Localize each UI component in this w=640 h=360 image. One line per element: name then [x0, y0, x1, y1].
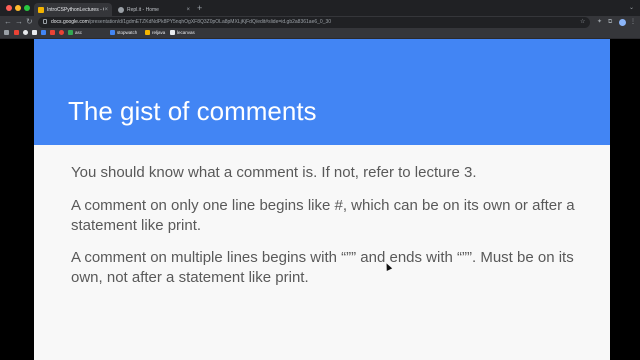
tab-introcs-lectures[interactable]: IntroCSPythonLectures - Goo ×	[34, 3, 112, 16]
close-window-icon[interactable]	[6, 5, 12, 11]
presentation-stage: The gist of comments You should know wha…	[0, 39, 640, 360]
reljava-icon	[145, 30, 150, 35]
extensions-puzzle-icon[interactable]: ⧉	[608, 18, 612, 26]
tab-label: Repl.it - Home	[127, 6, 159, 13]
new-tab-button[interactable]: +	[197, 3, 202, 13]
reload-icon[interactable]: ↻	[26, 17, 33, 27]
lecanvas-icon	[170, 30, 175, 35]
bookmark-label: lecanvas	[177, 30, 195, 35]
apps-grid-icon	[4, 30, 9, 35]
zoom-window-icon[interactable]	[24, 5, 30, 11]
address-bar[interactable]: docs.google.com/presentation/d/1gdmETZKd…	[38, 17, 590, 28]
slide-paragraph: You should know what a comment is. If no…	[71, 164, 477, 181]
bookmark-lecanvas[interactable]: lecanvas	[170, 30, 195, 35]
url-host: docs.google.com	[51, 19, 89, 25]
forward-icon[interactable]: →	[15, 17, 23, 27]
bookmarks-bar: asc stopwatch reljava lecanvas	[0, 29, 640, 39]
slides-favicon-icon	[38, 6, 44, 13]
gmail-icon	[14, 30, 19, 35]
bookmark-label: reljava	[152, 30, 166, 35]
bookmark-reljava[interactable]: reljava	[145, 30, 165, 35]
extension-icon[interactable]: ✦	[597, 18, 602, 26]
bookmark-red[interactable]	[59, 30, 66, 35]
url-path: /presentation/d/1gdmETZKdNdPk8PY5nqhOgXF…	[88, 19, 332, 25]
tab-label: IntroCSPythonLectures - Goo	[47, 6, 104, 13]
bookmark-youtube[interactable]	[50, 30, 57, 35]
bookmark-label: asc	[75, 30, 83, 35]
bookmark-github[interactable]	[23, 30, 30, 35]
lock-icon	[43, 19, 47, 24]
bookmark-stopwatch[interactable]: stopwatch	[110, 30, 137, 35]
bookmark-star-icon[interactable]: ☆	[580, 18, 585, 26]
slide[interactable]: The gist of comments You should know wha…	[34, 39, 610, 360]
profile-avatar[interactable]	[619, 19, 626, 26]
slide-header-band	[34, 39, 610, 145]
slide-paragraph: A comment on multiple lines begins with …	[71, 249, 574, 286]
minimize-window-icon[interactable]	[15, 5, 21, 11]
bookmark-blue[interactable]	[41, 30, 48, 35]
back-icon[interactable]: ←	[4, 17, 12, 27]
menu-icon[interactable]: ⋮	[630, 18, 636, 26]
bookmark-x[interactable]	[32, 30, 39, 35]
bookmark-blue-icon	[41, 30, 46, 35]
bookmark-label: stopwatch	[117, 30, 138, 35]
browser-toolbar: ← → ↻ docs.google.com/presentation/d/1gd…	[0, 16, 640, 29]
tab-search-icon[interactable]: ⌄	[629, 3, 634, 13]
bookmark-gmail[interactable]	[14, 30, 21, 35]
x-icon	[32, 30, 37, 35]
tab-replit-home[interactable]: Repl.it - Home ×	[114, 3, 194, 16]
bookmark-red-icon	[59, 30, 64, 35]
close-tab-icon[interactable]: ×	[186, 7, 190, 13]
browser-tab-strip: IntroCSPythonLectures - Goo × Repl.it - …	[0, 0, 640, 16]
close-tab-icon[interactable]: ×	[104, 7, 108, 13]
youtube-icon	[50, 30, 55, 35]
stopwatch-icon	[110, 30, 115, 35]
bookmark-asc[interactable]: asc	[68, 30, 82, 35]
bookmark-apps[interactable]	[4, 30, 11, 35]
slide-title: The gist of comments	[68, 96, 317, 126]
asc-icon	[68, 30, 73, 35]
url-text: docs.google.com/presentation/d/1gdmETZKd…	[51, 19, 331, 25]
slide-paragraph: A comment on only one line begins like #…	[71, 197, 575, 234]
github-icon	[23, 30, 28, 35]
replit-favicon-icon	[118, 6, 124, 13]
